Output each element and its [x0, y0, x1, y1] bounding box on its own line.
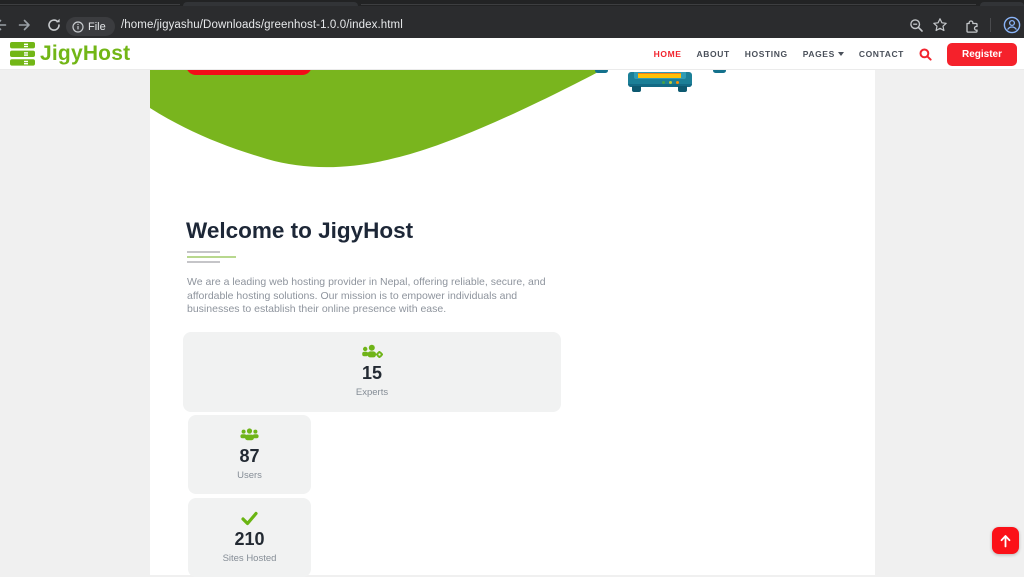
nav-link-hosting[interactable]: HOSTING — [745, 49, 788, 59]
brand-logo[interactable]: JigyHost — [10, 42, 130, 66]
reload-icon[interactable] — [46, 17, 62, 33]
page-title: Welcome to JigyHost — [186, 218, 413, 244]
back-icon[interactable] — [0, 17, 7, 33]
divider-line — [187, 256, 236, 258]
search-icon[interactable] — [919, 48, 932, 61]
chevron-down-icon — [838, 52, 844, 56]
server-stack-icon — [10, 42, 35, 66]
nav-menu: HOME ABOUT HOSTING PAGES CONTACT Registe… — [654, 38, 1017, 70]
zoom-level-icon[interactable] — [909, 18, 925, 34]
page-background: Welcome to JigyHost We are a leading web… — [0, 70, 1024, 575]
register-button[interactable]: Register — [947, 43, 1017, 66]
tab-edge — [0, 4, 180, 5]
server-foot — [632, 86, 641, 92]
tab-edge — [361, 4, 976, 5]
divider-line — [187, 251, 220, 253]
stat-label: Experts — [183, 387, 561, 398]
bookmark-star-icon[interactable] — [932, 17, 948, 33]
hero-wave-shape — [150, 70, 875, 180]
toolbar-divider — [990, 18, 991, 32]
browser-chrome: File /home/jigyashu/Downloads/greenhost-… — [0, 0, 1024, 38]
profile-avatar[interactable] — [1003, 16, 1019, 32]
url-bar[interactable]: /home/jigyashu/Downloads/greenhost-1.0.0… — [121, 19, 403, 31]
nav-link-pages[interactable]: PAGES — [803, 49, 844, 59]
server-illustration — [628, 72, 692, 87]
browser-toolbar: File /home/jigyashu/Downloads/greenhost-… — [0, 6, 1024, 38]
stat-value: 210 — [188, 529, 311, 550]
stat-value: 87 — [188, 446, 311, 467]
server-foot — [678, 86, 687, 92]
arrow-up-icon — [999, 534, 1012, 548]
stat-card-experts: 15 Experts — [183, 332, 561, 412]
brand-name: JigyHost — [40, 42, 130, 66]
stat-card-users: 87 Users — [188, 415, 311, 494]
title-divider — [187, 251, 236, 266]
stat-label: Users — [188, 470, 311, 481]
page-content: Welcome to JigyHost We are a leading web… — [150, 70, 875, 575]
nav-link-about[interactable]: ABOUT — [697, 49, 730, 59]
info-icon — [72, 21, 84, 33]
divider-line — [187, 261, 220, 263]
intro-paragraph: We are a leading web hosting provider in… — [187, 276, 555, 317]
forward-icon[interactable] — [18, 17, 34, 33]
extensions-icon[interactable] — [964, 17, 980, 33]
stat-value: 15 — [183, 363, 561, 384]
check-icon — [188, 510, 311, 526]
nav-link-contact[interactable]: CONTACT — [859, 49, 904, 59]
file-scheme-label: File — [88, 21, 106, 33]
site-info-chip[interactable]: File — [66, 17, 115, 36]
users-icon — [188, 427, 311, 443]
server-screen — [638, 73, 681, 78]
nav-link-pages-label: PAGES — [803, 49, 835, 59]
experts-icon — [183, 344, 561, 360]
scroll-to-top-button[interactable] — [992, 527, 1019, 554]
stat-card-sites-hosted: 210 Sites Hosted — [188, 498, 311, 577]
site-navbar: JigyHost HOME ABOUT HOSTING PAGES CONTAC… — [0, 38, 1024, 70]
nav-link-home[interactable]: HOME — [654, 49, 682, 59]
stat-label: Sites Hosted — [188, 553, 311, 564]
